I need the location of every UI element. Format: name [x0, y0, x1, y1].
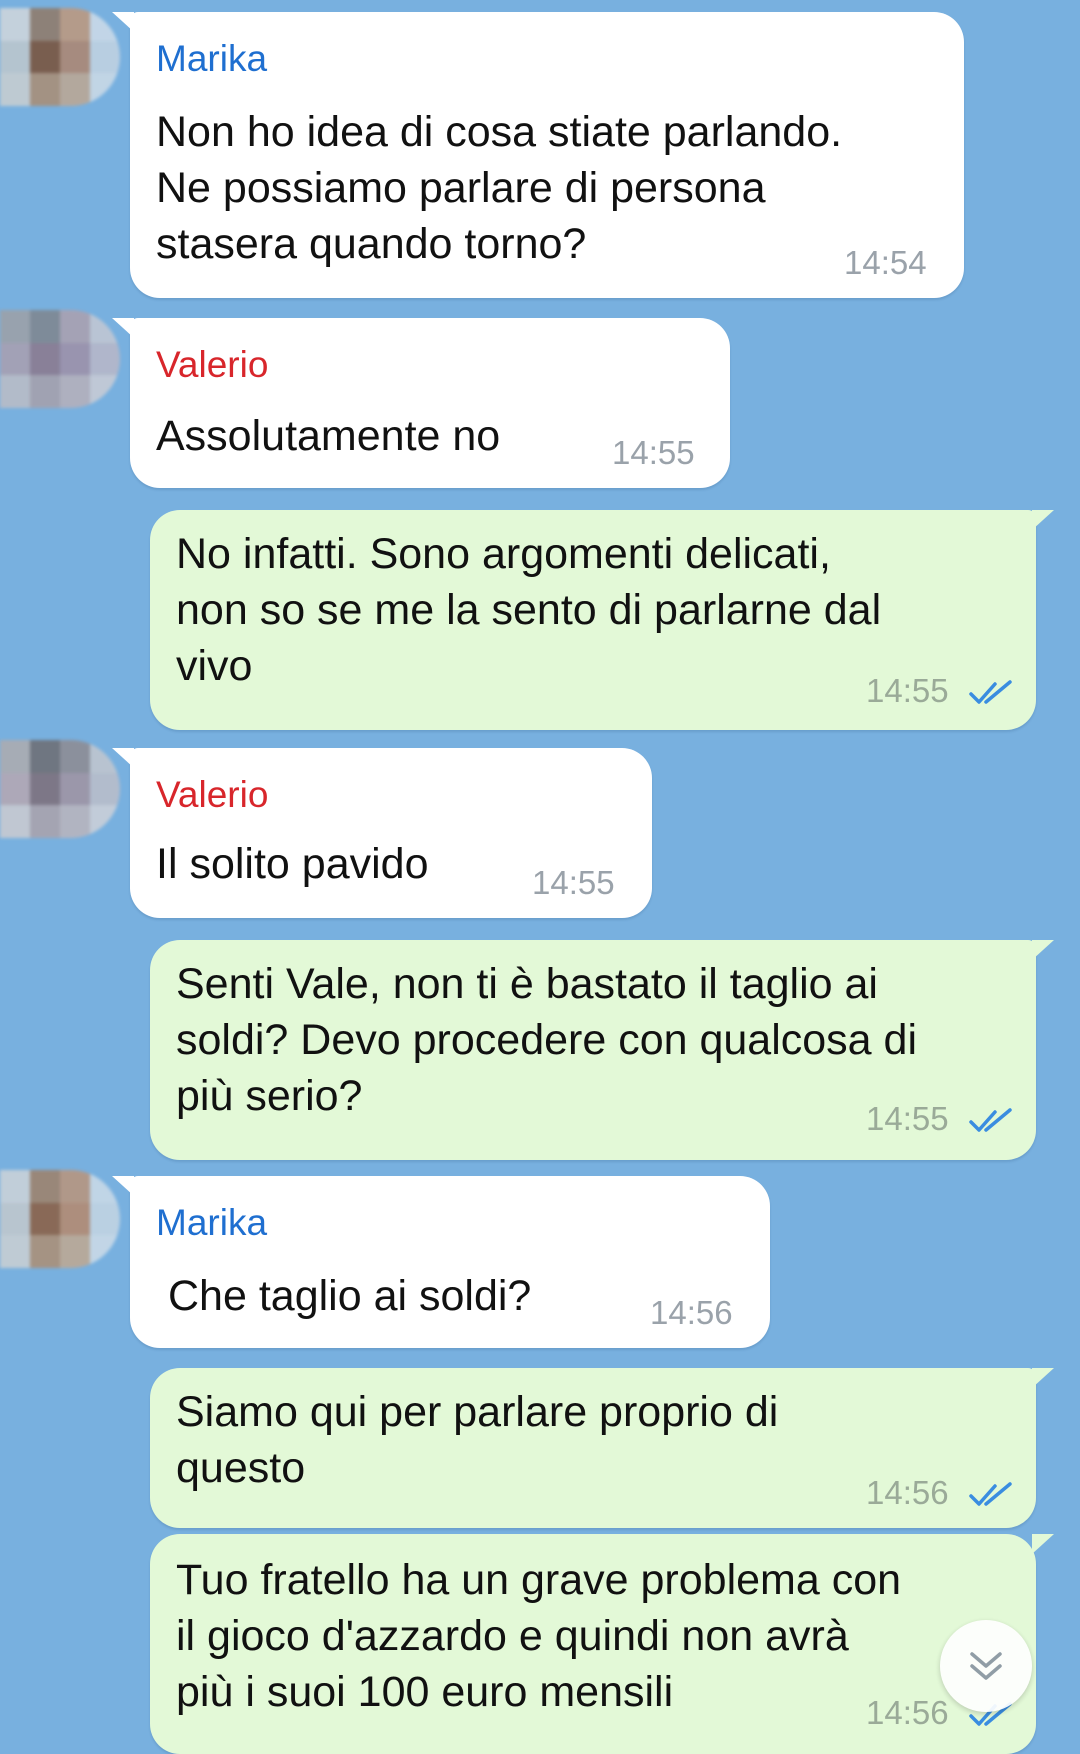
message-time: 14:55: [532, 864, 615, 901]
avatar-marika[interactable]: [0, 1170, 120, 1268]
double-check-icon: [969, 680, 1012, 704]
scroll-down-button[interactable]: [940, 1620, 1032, 1712]
message-text: Senti Vale, non ti è bastato il taglio a…: [176, 960, 918, 1120]
double-check-icon: [969, 1482, 1012, 1506]
message-text: Che taglio ai soldi?: [168, 1272, 532, 1320]
message-text: Tuo fratello ha un grave problema con il…: [176, 1556, 902, 1716]
double-check-icon: [969, 1108, 1012, 1132]
message-bubble-outgoing[interactable]: No infatti. Sono argomenti delicati, non…: [150, 510, 1054, 730]
double-chevron-down-icon: [970, 1652, 1002, 1680]
avatar-valerio[interactable]: [0, 740, 120, 838]
message-time: 14:55: [612, 434, 695, 471]
message-time: 14:54: [844, 244, 927, 281]
message-bubble-incoming[interactable]: Valerio Il solito pavido 14:55: [112, 748, 652, 918]
avatar-valerio[interactable]: [0, 310, 120, 408]
sender-name: Marika: [156, 1202, 268, 1243]
message-time: 14:55: [866, 1100, 949, 1137]
avatar-marika[interactable]: [0, 8, 120, 106]
sender-name: Valerio: [156, 774, 269, 815]
sender-name: Marika: [156, 38, 268, 79]
message-time: 14:56: [650, 1294, 733, 1331]
message-time: 14:55: [866, 672, 949, 709]
message-time: 14:56: [866, 1694, 949, 1731]
message-bubble-outgoing[interactable]: Siamo qui per parlare proprio di questo …: [150, 1368, 1054, 1528]
message-bubble-outgoing[interactable]: Tuo fratello ha un grave problema con il…: [150, 1534, 1054, 1754]
message-bubble-outgoing[interactable]: Senti Vale, non ti è bastato il taglio a…: [150, 940, 1054, 1160]
sender-name: Valerio: [156, 344, 269, 385]
message-bubble-incoming[interactable]: Marika Che taglio ai soldi? 14:56: [112, 1176, 770, 1348]
message-time: 14:56: [866, 1474, 949, 1511]
message-text: Assolutamente no: [156, 412, 501, 460]
message-text: Non ho idea di cosa stiate parlando. Ne …: [156, 108, 843, 268]
message-text: No infatti. Sono argomenti delicati, non…: [176, 530, 882, 690]
message-bubble-incoming[interactable]: Marika Non ho idea di cosa stiate parlan…: [112, 12, 964, 298]
message-text: Siamo qui per parlare proprio di questo: [176, 1388, 779, 1492]
message-text: Il solito pavido: [156, 840, 429, 888]
message-bubble-incoming[interactable]: Valerio Assolutamente no 14:55: [112, 318, 730, 488]
